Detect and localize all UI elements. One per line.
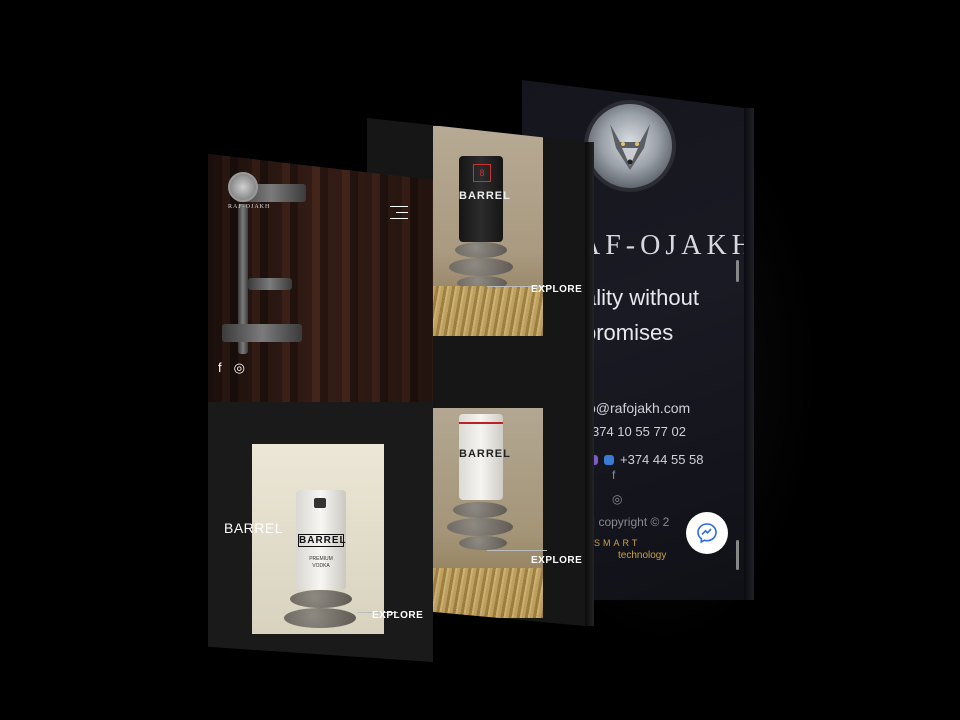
phone-row-2: +374 44 55 58	[588, 452, 704, 467]
wheat-decoration	[433, 568, 543, 618]
brand-emblem-icon: 8	[473, 164, 491, 182]
tagline-line-1: ality without	[584, 285, 699, 310]
phone-link-1[interactable]: 374 10 55 77 02	[592, 424, 686, 439]
menu-line	[396, 212, 408, 213]
explore-link[interactable]: EXPLORE	[531, 284, 582, 295]
copyright-text: h | copyright © 2	[582, 515, 670, 529]
social-links: f ◎	[612, 468, 622, 506]
facebook-icon[interactable]: f	[218, 360, 222, 376]
brand-emblem-icon	[314, 498, 326, 508]
can-label: BARREL	[459, 448, 511, 460]
stone	[290, 590, 352, 608]
product-can: BARREL	[459, 414, 511, 500]
can-label: BARREL	[459, 190, 511, 202]
can-subtitle-2: VODKA	[312, 563, 330, 569]
tagline-line-2: promises	[584, 320, 674, 345]
can-stripe	[459, 422, 503, 424]
wolf-avatar	[584, 100, 676, 192]
product-can: BARREL PREMIUM VODKA	[296, 490, 346, 590]
stone	[447, 518, 513, 536]
can-subtitle-1: PREMIUM	[309, 556, 333, 562]
logo-text[interactable]: RAF-OJAKH	[228, 204, 270, 210]
partner-logo-line-2: technology	[618, 550, 667, 561]
messenger-icon	[697, 523, 717, 544]
hero-machinery	[222, 324, 302, 342]
stone	[453, 502, 507, 518]
featured-product-card[interactable]: BARREL PREMIUM VODKA	[252, 444, 384, 634]
facebook-icon[interactable]: f	[612, 468, 622, 482]
partner-logo-line-1: SMART	[594, 538, 641, 548]
stone	[284, 608, 356, 628]
product-card[interactable]: BARREL	[433, 408, 543, 618]
wheat-decoration	[433, 286, 543, 336]
menu-line	[390, 218, 408, 219]
can-label: BARREL	[298, 534, 347, 547]
email-link[interactable]: o@rafojakh.com	[588, 400, 690, 416]
home-screen: RAF-OJAKH f ◎ BARREL PREMIUM VODKA BARRE…	[208, 154, 433, 662]
explore-underline	[487, 550, 547, 551]
social-links: f ◎	[218, 360, 245, 376]
middle-screen-edge	[585, 142, 594, 626]
logo-icon[interactable]	[228, 172, 258, 202]
back-screen-edge	[744, 108, 754, 600]
messenger-small-icon[interactable]	[604, 454, 614, 465]
explore-link[interactable]: EXPLORE	[372, 610, 423, 621]
scrollbar-thumb[interactable]	[736, 260, 739, 282]
product-can: 8 BARREL	[459, 156, 511, 242]
phone-link-2[interactable]: +374 44 55 58	[620, 452, 704, 467]
menu-line	[390, 206, 408, 207]
stone	[455, 242, 507, 258]
messenger-chat-button[interactable]	[686, 512, 728, 554]
stone	[449, 258, 513, 276]
scrollbar-thumb-lower[interactable]	[736, 540, 739, 570]
product-title: BARREL	[224, 520, 284, 536]
instagram-icon[interactable]: ◎	[234, 360, 245, 376]
wolf-icon	[610, 124, 650, 170]
menu-button[interactable]	[390, 206, 408, 224]
product-card[interactable]: 8 BARREL	[433, 126, 543, 336]
hero-image: RAF-OJAKH f ◎	[208, 154, 433, 402]
hero-machinery	[248, 278, 292, 290]
stone	[459, 536, 507, 550]
brand-name: AF-OJAKH	[580, 230, 744, 261]
explore-link[interactable]: EXPLORE	[531, 555, 582, 566]
instagram-icon[interactable]: ◎	[612, 492, 622, 506]
